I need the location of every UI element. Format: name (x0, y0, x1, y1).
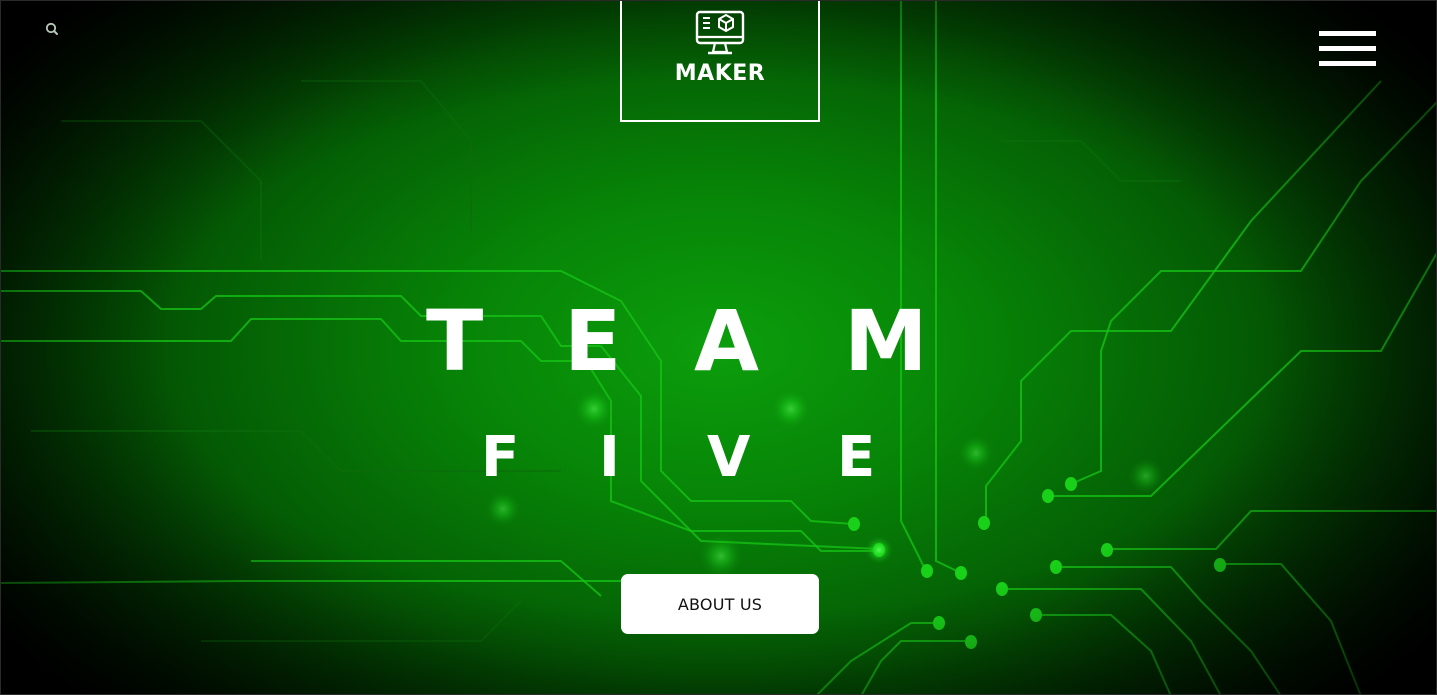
title-letter: I (599, 425, 620, 490)
monitor-cube-icon (695, 10, 745, 55)
menu-bar (1319, 31, 1376, 36)
about-us-button[interactable]: ABOUT US (621, 574, 819, 634)
logo[interactable]: MAKER (620, 1, 820, 122)
hero-section: MAKER T E A M F I V E ABOUT US (0, 0, 1437, 695)
logo-text: MAKER (674, 61, 766, 86)
hero-title-line-1: T E A M (426, 296, 946, 386)
menu-bar (1319, 61, 1376, 66)
title-letter: E (837, 425, 876, 490)
hero-title-line-2: F I V E (479, 426, 879, 490)
title-letter: E (564, 292, 622, 390)
title-letter: V (707, 425, 751, 490)
menu-bar (1319, 46, 1376, 51)
title-letter: A (694, 292, 760, 390)
title-letter: T (426, 292, 484, 390)
title-letter: F (481, 425, 520, 490)
hamburger-menu-icon[interactable] (1319, 31, 1377, 67)
title-letter: M (844, 292, 928, 390)
search-icon[interactable] (44, 21, 60, 37)
